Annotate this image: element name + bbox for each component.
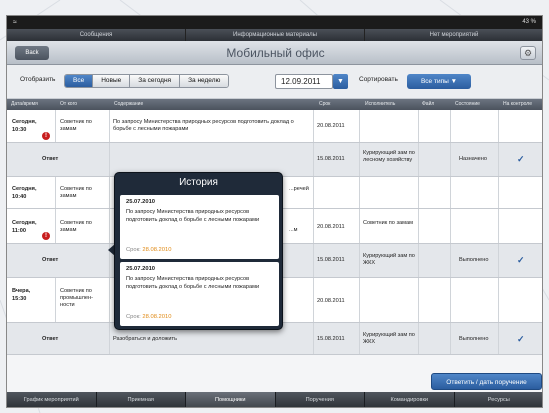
date-field[interactable]: 12.09.2011 bbox=[275, 74, 333, 89]
col-control[interactable]: На контроле bbox=[503, 99, 532, 110]
row-due: 15.08.2011 bbox=[317, 257, 345, 263]
row-due: 20.08.2011 bbox=[317, 123, 345, 129]
col-datetime[interactable]: Дата/время bbox=[11, 99, 38, 110]
settings-button[interactable]: ⚙ bbox=[520, 46, 536, 60]
table-header: Дата/время От кого Содержание Срок Испол… bbox=[7, 99, 542, 110]
filter-week[interactable]: За неделю bbox=[180, 75, 229, 87]
row-content: По запросу Министерства природных ресурс… bbox=[113, 119, 294, 132]
row-executor: Курирующий зам по лесному хозяйству bbox=[363, 150, 415, 163]
sort-label: Сортировать bbox=[359, 76, 398, 83]
filter-today[interactable]: За сегодня bbox=[130, 75, 181, 87]
row-from: Советник по замам bbox=[60, 186, 92, 199]
answer-label: Ответ bbox=[42, 257, 59, 263]
popover-title: История bbox=[179, 177, 218, 188]
card-text: По запросу Министерства природных ресурс… bbox=[126, 209, 260, 223]
row-executor: Курирующий зам по ЖКХ bbox=[363, 253, 415, 266]
tab-resources[interactable]: Ресурсы bbox=[455, 392, 543, 407]
history-card[interactable]: 25.07.2010 По запросу Министерства приро… bbox=[120, 262, 279, 326]
filter-all[interactable]: Все bbox=[65, 75, 94, 87]
row-time: 10:40 bbox=[12, 194, 27, 200]
chevron-down-icon: ▼ bbox=[337, 78, 344, 85]
col-content[interactable]: Содержание bbox=[114, 99, 143, 110]
card-due-date: 28.08.2010 bbox=[142, 314, 172, 320]
title-bar: Back Мобильный офис ⚙ bbox=[7, 41, 542, 65]
page-title: Мобильный офис bbox=[226, 46, 325, 60]
row-state: Назначено bbox=[459, 156, 487, 162]
card-date: 25.07.2010 bbox=[126, 266, 156, 272]
reply-button[interactable]: Ответить / дать поручение bbox=[431, 373, 542, 390]
answer-label: Ответ bbox=[42, 336, 59, 342]
row-from: Советник по замам bbox=[60, 119, 92, 132]
row-date: Сегодня, bbox=[12, 220, 37, 226]
tab-assignments[interactable]: Поручения bbox=[276, 392, 365, 407]
ipad-frame: ≈ 43 % Сообщения Информационные материал… bbox=[0, 0, 549, 413]
battery-indicator: 43 % bbox=[522, 19, 536, 25]
status-bar: ≈ 43 % bbox=[7, 16, 542, 29]
row-date: Сегодня, bbox=[12, 119, 37, 125]
tab-business-trips[interactable]: Командировки bbox=[365, 392, 455, 407]
app-screen: ≈ 43 % Сообщения Информационные материал… bbox=[6, 15, 543, 408]
row-content-tail: ...м bbox=[289, 227, 298, 233]
card-due-label: Срок: bbox=[126, 247, 141, 253]
row-due: 20.08.2011 bbox=[317, 298, 345, 304]
row-state: Выполнено bbox=[459, 336, 489, 342]
filter-segmented-control: Все Новые За сегодня За неделю bbox=[64, 74, 230, 88]
row-executor: Советник по замам bbox=[363, 220, 413, 226]
topnav-info-materials[interactable]: Информационные материалы bbox=[186, 29, 365, 41]
alert-icon: ! bbox=[42, 232, 50, 240]
types-dropdown[interactable]: Все типы ▼ bbox=[407, 74, 471, 89]
row-from: Советник по промышлен-ности bbox=[60, 288, 93, 308]
answer-label: Ответ bbox=[42, 156, 59, 162]
card-due: Срок: 28.08.2010 bbox=[126, 247, 171, 253]
row-from: Советник по замам bbox=[60, 220, 92, 233]
row-date: Сегодня, bbox=[12, 186, 37, 192]
tab-assistants[interactable]: Помощники bbox=[186, 392, 276, 407]
row-time: 15:30 bbox=[12, 296, 27, 302]
checkmark-icon[interactable]: ✓ bbox=[517, 154, 525, 165]
row-executor: Курирующий зам по ЖКХ bbox=[363, 332, 415, 345]
row-content-tail: ...речей bbox=[289, 186, 309, 192]
col-executor[interactable]: Исполнитель bbox=[365, 99, 395, 110]
row-time: 11:00 bbox=[12, 228, 26, 234]
types-label: Все типы bbox=[420, 78, 449, 85]
wifi-icon: ≈ bbox=[13, 19, 17, 26]
topnav-messages[interactable]: Сообщения bbox=[7, 29, 186, 41]
row-content: Разобраться и доложить bbox=[113, 336, 178, 342]
row-due: 15.08.2011 bbox=[317, 156, 345, 162]
tab-bar: График мероприятий Приемная Помощники По… bbox=[7, 392, 543, 407]
row-date: Вчера, bbox=[12, 288, 31, 294]
top-nav: Сообщения Информационные материалы Нет м… bbox=[7, 29, 542, 41]
row-due: 20.08.2011 bbox=[317, 224, 345, 230]
table-row[interactable]: Сегодня, 10:30 ! Советник по замам По за… bbox=[7, 110, 542, 143]
history-popover: История 25.07.2010 По запросу Министерст… bbox=[114, 172, 283, 330]
card-due-label: Срок: bbox=[126, 314, 141, 320]
card-due: Срок: 28.08.2010 bbox=[126, 314, 171, 320]
card-text: По запросу Министерства природных ресурс… bbox=[126, 276, 260, 290]
card-due-date: 28.08.2010 bbox=[142, 247, 172, 253]
filter-bar: Отобразить Все Новые За сегодня За недел… bbox=[7, 65, 542, 99]
row-due: 15.08.2011 bbox=[317, 336, 345, 342]
chevron-down-icon: ▼ bbox=[450, 78, 458, 85]
col-state[interactable]: Состояние bbox=[455, 99, 480, 110]
alert-icon: ! bbox=[42, 132, 50, 140]
row-time: 10:30 bbox=[12, 127, 27, 133]
tab-reception[interactable]: Приемная bbox=[97, 392, 186, 407]
filter-new[interactable]: Новые bbox=[93, 75, 131, 87]
history-card[interactable]: 25.07.2010 По запросу Министерства приро… bbox=[120, 195, 279, 259]
checkmark-icon[interactable]: ✓ bbox=[517, 255, 525, 266]
show-label: Отобразить bbox=[20, 76, 56, 83]
gear-icon: ⚙ bbox=[523, 48, 533, 58]
tab-events-schedule[interactable]: График мероприятий bbox=[7, 392, 97, 407]
col-due[interactable]: Срок bbox=[319, 99, 330, 110]
row-state: Выполнено bbox=[459, 257, 489, 263]
card-date: 25.07.2010 bbox=[126, 199, 156, 205]
col-file[interactable]: Файл bbox=[422, 99, 434, 110]
checkmark-icon[interactable]: ✓ bbox=[517, 334, 525, 345]
date-dropdown-button[interactable]: ▼ bbox=[333, 74, 348, 89]
topnav-no-events[interactable]: Нет мероприятий bbox=[365, 29, 542, 41]
col-from[interactable]: От кого bbox=[60, 99, 77, 110]
